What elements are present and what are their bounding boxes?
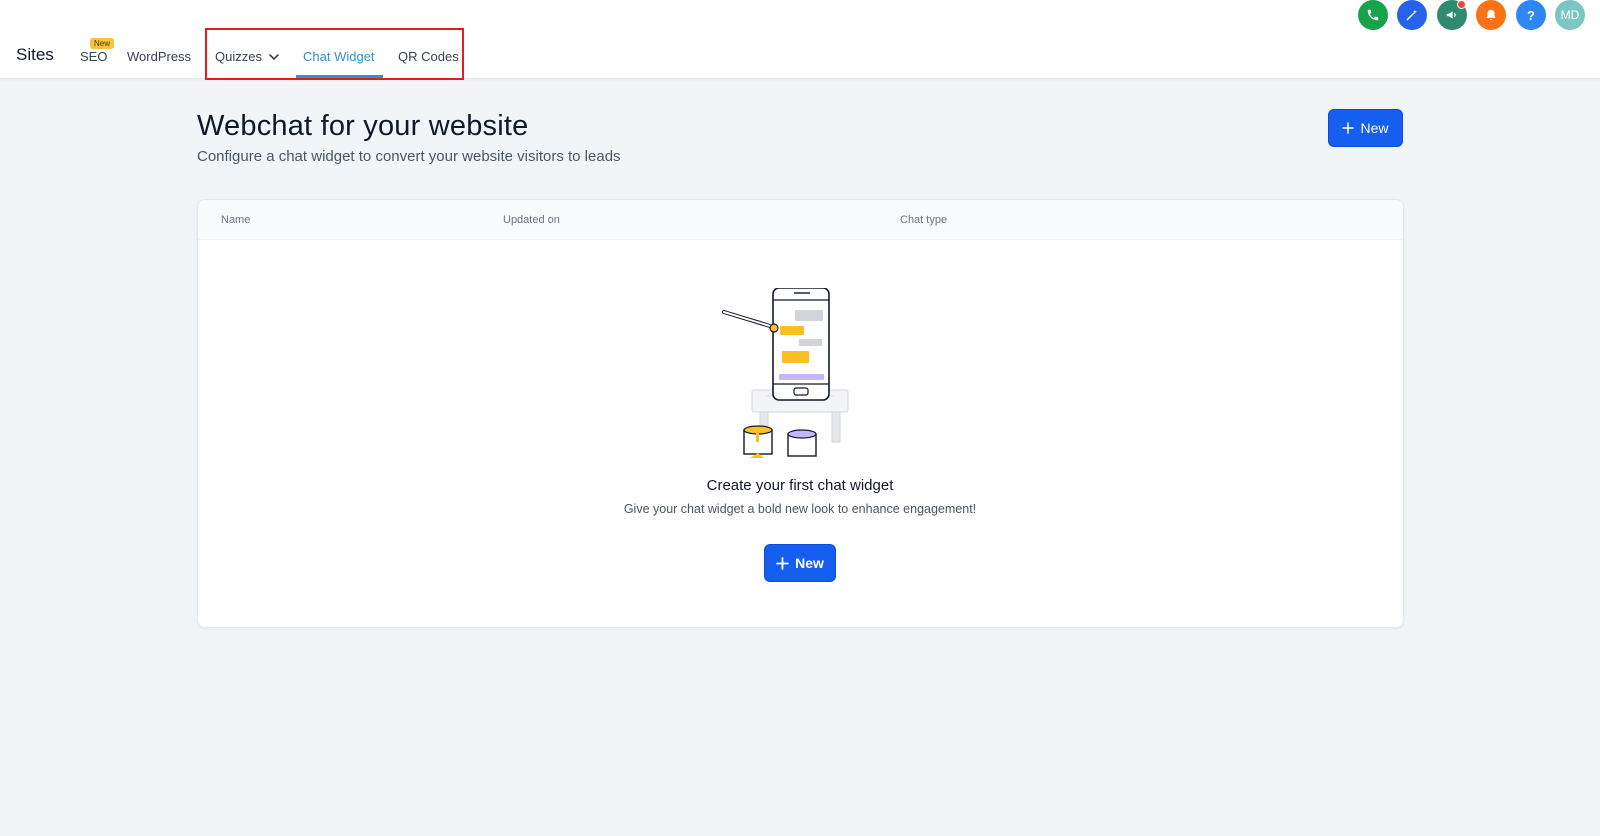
help-icon[interactable]: ? <box>1516 0 1546 30</box>
column-header-name[interactable]: Name <box>221 214 250 226</box>
chat-widget-illustration <box>722 288 849 458</box>
app-title: Sites <box>16 45 54 64</box>
nav-tab-qr-codes[interactable]: QR Codes <box>398 49 459 64</box>
table-header: Name Updated on Chat type <box>198 200 1403 240</box>
new-widget-button-label: New <box>1360 120 1389 136</box>
column-header-updated-on[interactable]: Updated on <box>503 214 560 226</box>
column-header-chat-type[interactable]: Chat type <box>900 214 947 226</box>
nav-tab-quizzes[interactable]: Quizzes <box>215 49 280 64</box>
bell-icon[interactable] <box>1476 0 1506 30</box>
plus-icon <box>776 556 789 570</box>
page-subtitle: Configure a chat widget to convert your … <box>197 148 621 165</box>
magic-wand-icon[interactable] <box>1397 0 1427 30</box>
new-widget-button[interactable]: New <box>1328 109 1403 147</box>
nav-tab-chat-widget[interactable]: Chat Widget <box>303 49 375 64</box>
empty-state-title: Create your first chat widget <box>706 477 894 494</box>
create-widget-button[interactable]: New <box>764 544 836 582</box>
phone-icon[interactable] <box>1358 0 1388 30</box>
chevron-down-icon <box>269 53 279 60</box>
page-title: Webchat for your website <box>197 110 529 142</box>
new-badge: New <box>90 38 115 49</box>
active-tab-indicator <box>296 75 383 78</box>
plus-icon <box>1342 122 1355 134</box>
nav-tab-wordpress[interactable]: WordPress <box>127 49 191 64</box>
notification-dot <box>1457 0 1466 9</box>
empty-state-subtitle: Give your chat widget a bold new look to… <box>623 502 977 516</box>
nav-tab-seo[interactable]: SEO <box>80 49 107 64</box>
create-widget-button-label: New <box>795 555 824 571</box>
nav-tab-quizzes-label: Quizzes <box>215 49 262 64</box>
user-avatar[interactable]: MD <box>1555 0 1585 30</box>
top-navigation-bar: Sites New SEO WordPress Quizzes Chat Wid… <box>0 0 1600 80</box>
